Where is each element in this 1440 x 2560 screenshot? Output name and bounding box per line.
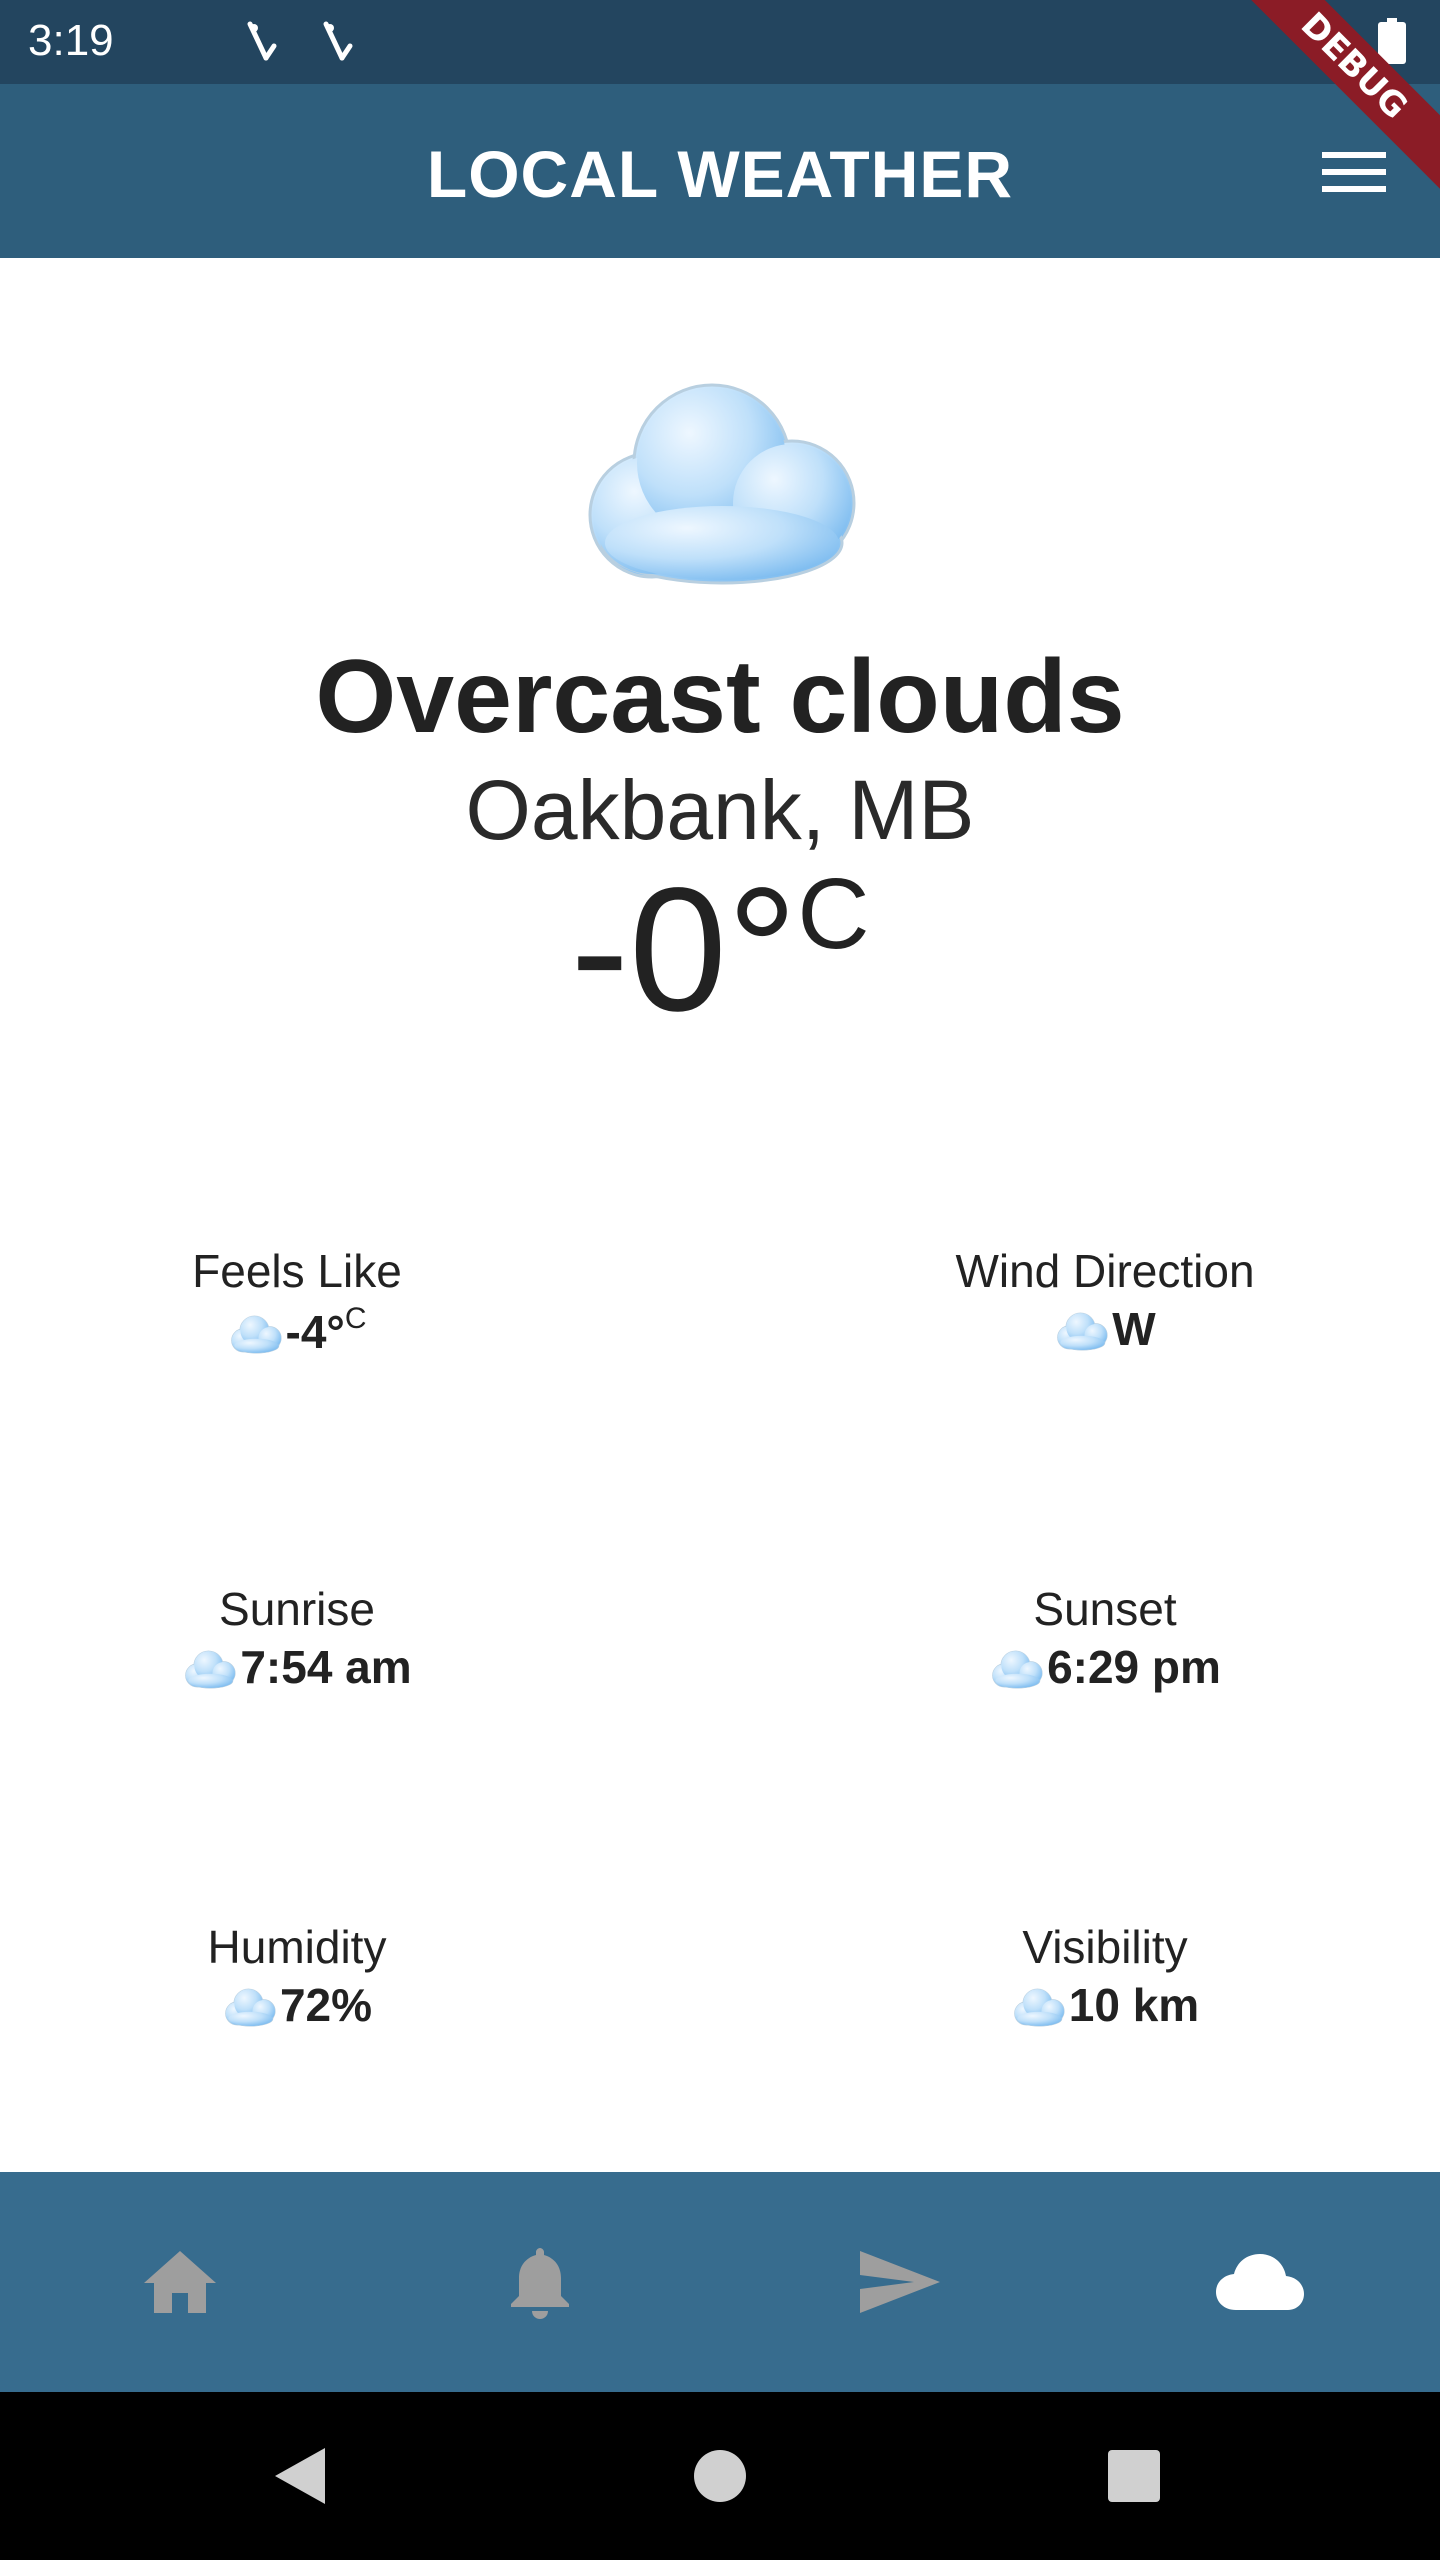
detail-value: 6:29 pm bbox=[1047, 1641, 1221, 1693]
nav-item-send[interactable] bbox=[720, 2172, 1080, 2392]
nav-item-home[interactable] bbox=[0, 2172, 360, 2392]
detail-label: Wind Direction bbox=[955, 1245, 1255, 1297]
detail-label: Feels Like bbox=[192, 1245, 402, 1297]
menu-icon[interactable] bbox=[1320, 150, 1390, 194]
detail-label: Sunrise bbox=[219, 1583, 375, 1635]
cloud-icon bbox=[1054, 1311, 1110, 1351]
cloud-icon bbox=[1011, 1987, 1067, 2027]
status-time: 3:19 bbox=[28, 16, 114, 65]
detail-visibility: Visibility 10 km bbox=[810, 1920, 1400, 2032]
detail-wind-direction: Wind Direction W bbox=[810, 1244, 1400, 1356]
detail-sunrise: Sunrise 7:54 am bbox=[0, 1582, 594, 1694]
recents-icon bbox=[1108, 2450, 1160, 2502]
nav-item-notifications[interactable] bbox=[360, 2172, 720, 2392]
temperature-unit: C bbox=[797, 858, 870, 970]
system-recents-button[interactable] bbox=[1034, 2392, 1234, 2560]
signal-icon bbox=[323, 21, 353, 61]
detail-value: 72% bbox=[279, 1979, 373, 2031]
cloud-icon bbox=[572, 375, 868, 587]
app-bar: LOCAL WEATHER bbox=[0, 84, 1440, 258]
cloud-icon bbox=[182, 1649, 238, 1689]
system-nav bbox=[0, 2392, 1440, 2560]
detail-label: Sunset bbox=[1033, 1583, 1177, 1635]
cloud-icon bbox=[222, 1987, 278, 2027]
detail-label: Visibility bbox=[1022, 1921, 1188, 1973]
nav-item-weather[interactable] bbox=[1080, 2172, 1440, 2392]
send-icon bbox=[860, 2251, 940, 2313]
system-back-button[interactable] bbox=[200, 2392, 400, 2560]
detail-label: Humidity bbox=[207, 1921, 387, 1973]
signal-icon bbox=[247, 21, 277, 61]
weather-location: Oakbank, MB bbox=[465, 763, 975, 857]
detail-value: 10 km bbox=[1068, 1979, 1200, 2031]
detail-sunset: Sunset 6:29 pm bbox=[810, 1582, 1400, 1694]
weather-condition: Overcast clouds bbox=[315, 639, 1125, 755]
current-temperature: -0°C bbox=[0, 862, 1440, 1038]
detail-value: -4° bbox=[285, 1306, 345, 1358]
bottom-nav bbox=[0, 2172, 1440, 2392]
detail-value: 7:54 am bbox=[240, 1641, 412, 1693]
detail-value: W bbox=[1112, 1303, 1156, 1355]
system-home-button[interactable] bbox=[620, 2392, 820, 2560]
home-icon bbox=[144, 2251, 216, 2313]
cloud-icon bbox=[989, 1649, 1045, 1689]
status-bar: 3:19 bbox=[0, 0, 1440, 84]
detail-feels-like: Feels Like -4°C bbox=[0, 1244, 594, 1359]
temperature-value: -0° bbox=[570, 852, 798, 1048]
cloud-icon bbox=[228, 1314, 284, 1354]
home-circle-icon bbox=[694, 2450, 746, 2502]
detail-humidity: Humidity 72% bbox=[0, 1920, 594, 2032]
detail-unit: C bbox=[344, 1302, 367, 1335]
page-title: LOCAL WEATHER bbox=[426, 137, 1014, 211]
cloud-icon bbox=[1216, 2254, 1304, 2310]
bell-icon bbox=[511, 2248, 569, 2319]
back-icon bbox=[275, 2448, 325, 2504]
